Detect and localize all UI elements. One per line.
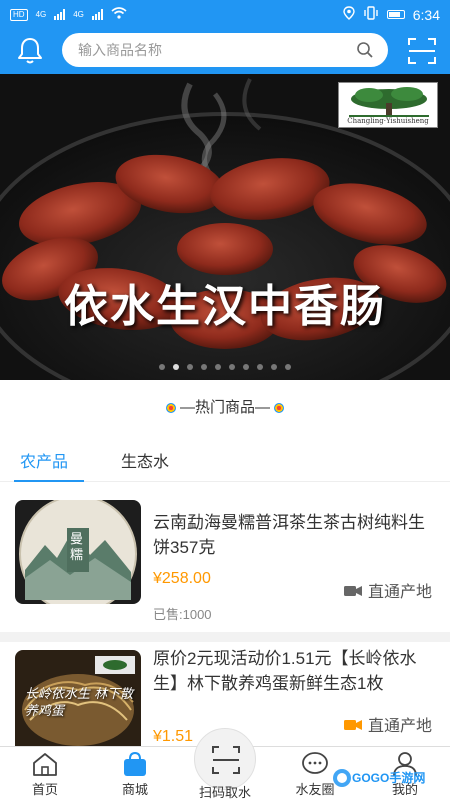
home-icon	[33, 753, 57, 776]
carousel-dot[interactable]	[201, 364, 207, 370]
carousel-dot[interactable]	[257, 364, 263, 370]
video-camera-icon	[343, 718, 362, 730]
product-card[interactable]: 曼糯 云南勐海曼糯普洱茶生茶古树纯料生饼357克 ¥258.00 直通产地 已售…	[0, 482, 450, 632]
product-title[interactable]: 原价2元现活动价1.51元【长岭依水生】林下散养鸡蛋新鲜生态1枚	[153, 646, 438, 696]
scan-icon[interactable]	[406, 36, 438, 66]
tab-ecological-water[interactable]: 生态水	[121, 448, 169, 482]
direct-origin-link[interactable]: 直通产地	[343, 712, 432, 736]
location-icon	[343, 6, 355, 23]
bell-icon[interactable]	[14, 36, 46, 66]
battery-icon	[386, 10, 405, 19]
nav-mall-label: 商城	[121, 782, 148, 797]
search-icon[interactable]	[356, 41, 374, 59]
sold-count: 已售:1000	[153, 607, 212, 622]
signal-icon-2	[91, 9, 103, 20]
direct-origin-label: 直通产地	[367, 584, 432, 601]
scan-water-button[interactable]	[194, 728, 256, 790]
chat-icon	[302, 752, 328, 774]
section-divider	[0, 632, 450, 642]
category-tabs: 农产品 生态水	[0, 440, 450, 482]
carousel-dot[interactable]	[173, 364, 179, 370]
product-price: ¥258.00	[153, 570, 211, 587]
brand-logo: Changling·Yishuisheng	[338, 82, 438, 128]
hd-badge: HD	[10, 8, 28, 21]
wifi-icon	[111, 7, 127, 22]
carousel-dot[interactable]	[187, 364, 193, 370]
search-input[interactable]	[78, 33, 348, 67]
carousel-dot[interactable]	[243, 364, 249, 370]
status-bar: HD 4G 4G 6:34	[0, 0, 450, 28]
direct-origin-label: 直通产地	[367, 718, 432, 735]
video-camera-icon	[343, 584, 362, 596]
carousel-dot[interactable]	[271, 364, 277, 370]
carousel-dots[interactable]	[0, 364, 450, 370]
carousel-dot[interactable]	[215, 364, 221, 370]
top-header	[0, 28, 450, 74]
decor-dot-icon	[274, 403, 284, 414]
watermark-text: GOGO手游网	[352, 771, 426, 785]
promo-banner[interactable]: Changling·Yishuisheng 依水生汉中香肠	[0, 74, 450, 380]
nav-home-label: 首页	[31, 782, 58, 797]
decor-dot-icon	[165, 403, 176, 414]
brand-logo-text: Changling·Yishuisheng	[347, 117, 429, 125]
status-time: 6:34	[412, 6, 440, 23]
thumbnail-text: 曼糯	[70, 532, 84, 563]
thumbnail-text: 长岭依水生 林下散养鸡蛋	[25, 687, 134, 719]
signal-4g-label: 4G	[35, 10, 47, 19]
hot-products-label: —热门商品—	[179, 399, 270, 416]
product-thumbnail[interactable]: 长岭依水生 林下散养鸡蛋	[15, 650, 141, 746]
vibrate-icon	[363, 6, 379, 23]
nav-mall[interactable]: 商城	[100, 751, 170, 798]
shopping-bag-icon	[124, 751, 146, 776]
search-bar[interactable]	[62, 33, 388, 67]
hot-products-heading: —热门商品—	[0, 396, 450, 417]
signal-4g-label-2: 4G	[73, 10, 84, 19]
carousel-dot[interactable]	[285, 364, 291, 370]
direct-origin-link[interactable]: 直通产地	[343, 578, 432, 602]
banner-title: 依水生汉中香肠	[64, 281, 386, 332]
nav-scan-label[interactable]: 扫码取水	[190, 782, 260, 800]
carousel-dot[interactable]	[229, 364, 235, 370]
watermark-logo: GOGO手游网	[332, 766, 432, 790]
signal-icon	[54, 9, 66, 20]
product-thumbnail[interactable]: 曼糯	[15, 500, 141, 604]
nav-home[interactable]: 首页	[10, 751, 80, 798]
tab-agricultural[interactable]: 农产品	[20, 448, 68, 482]
product-title[interactable]: 云南勐海曼糯普洱茶生茶古树纯料生饼357克	[153, 510, 438, 560]
product-price: ¥1.51	[153, 728, 194, 745]
nav-water-circle-label: 水友圈	[295, 782, 335, 797]
carousel-dot[interactable]	[159, 364, 165, 370]
